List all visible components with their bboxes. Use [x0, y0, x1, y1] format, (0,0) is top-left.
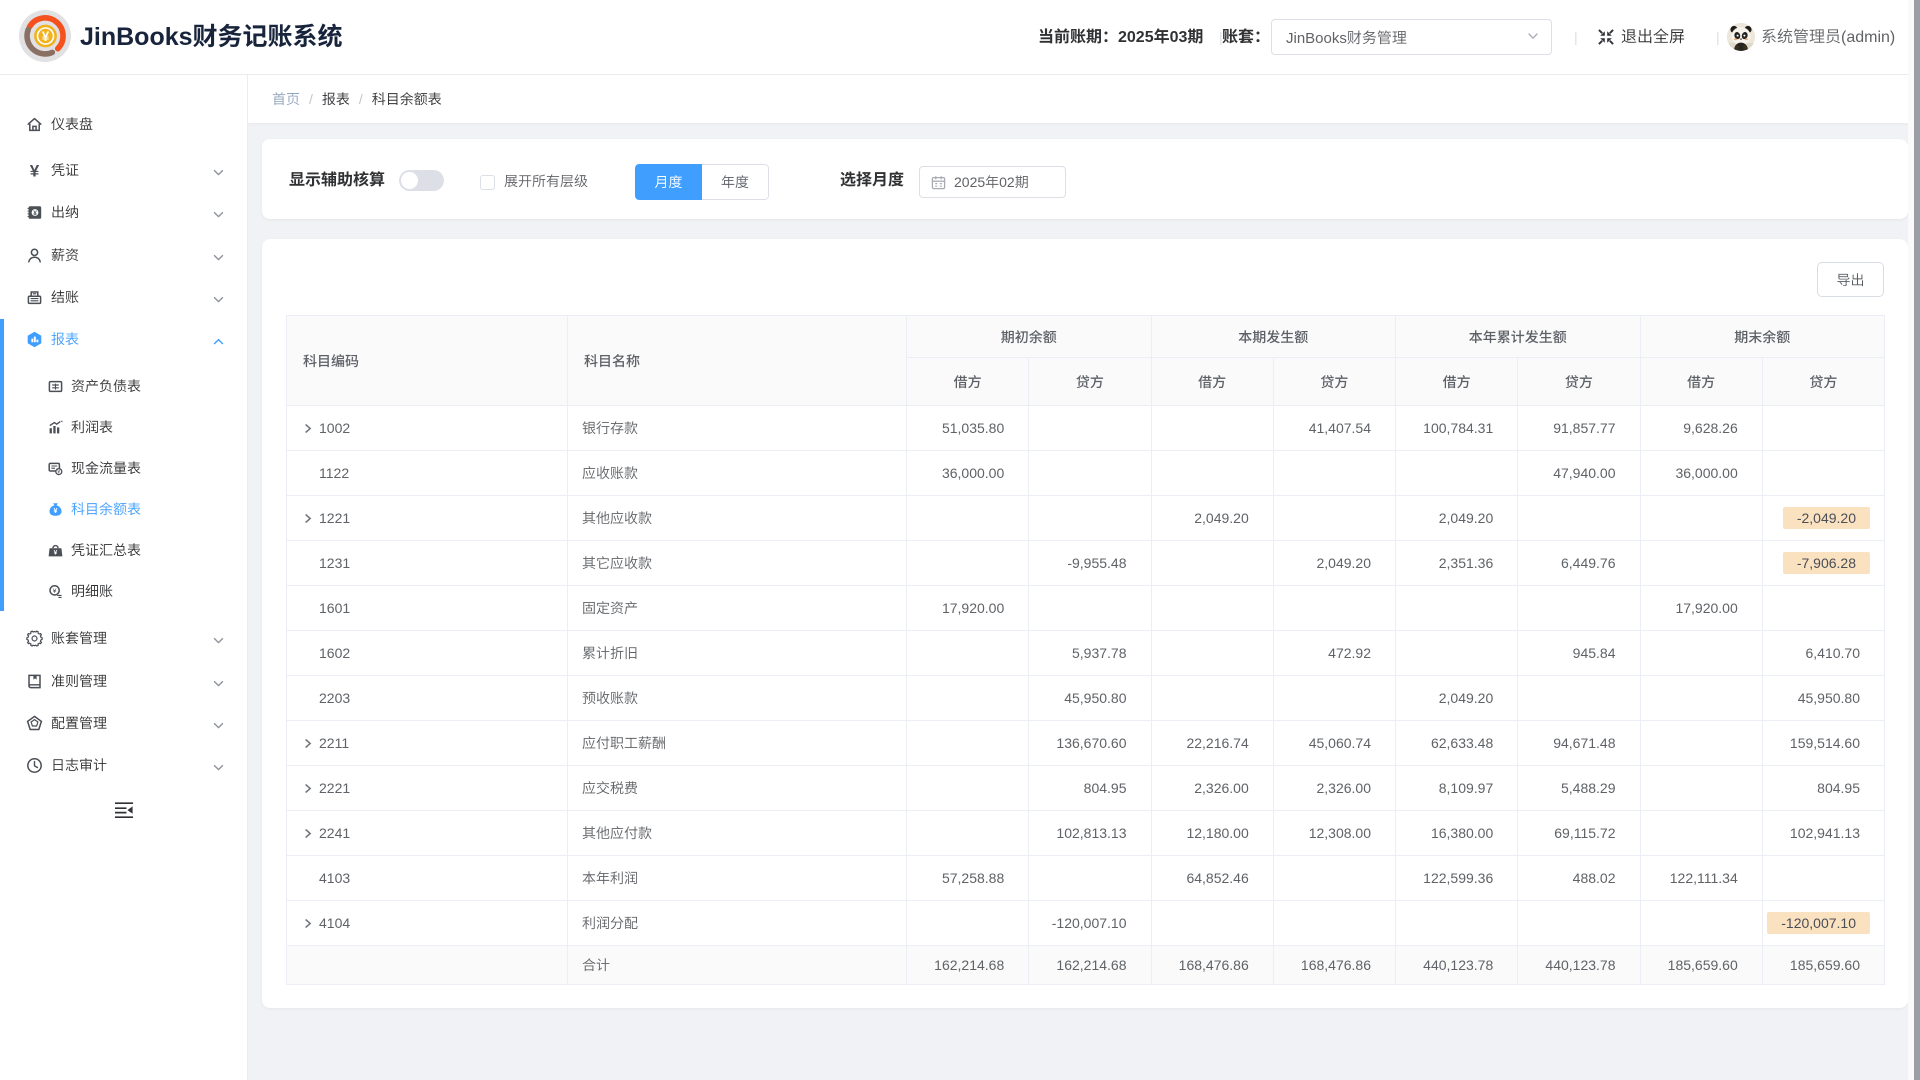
svg-text:¥: ¥	[57, 469, 60, 475]
svg-text:¥: ¥	[53, 588, 57, 595]
svg-text:¥: ¥	[54, 508, 58, 515]
svg-text:¥: ¥	[33, 209, 37, 216]
svg-text:¥: ¥	[30, 162, 40, 179]
svg-text:¥: ¥	[54, 549, 58, 556]
